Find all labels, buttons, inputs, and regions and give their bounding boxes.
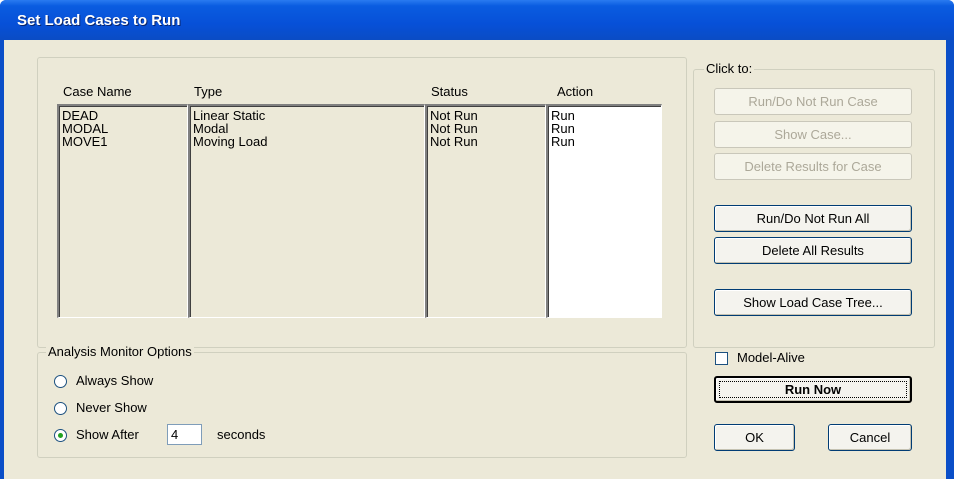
model-alive-label[interactable]: Model-Alive <box>737 350 805 365</box>
table-row-action[interactable]: Run <box>551 135 661 148</box>
column-status[interactable]: Not Run Not Run Not Run <box>425 104 546 318</box>
header-case-name[interactable]: Case Name <box>63 84 132 99</box>
seconds-input[interactable]: 4 <box>167 424 202 445</box>
delete-all-results-button[interactable]: Delete All Results <box>714 237 912 264</box>
column-case-name[interactable]: DEAD MODAL MOVE1 <box>57 104 188 318</box>
show-after-label[interactable]: Show After <box>76 427 139 442</box>
run-do-not-run-case-button[interactable]: Run/Do Not Run Case <box>714 88 912 115</box>
table-row-case-name[interactable]: MOVE1 <box>62 135 187 148</box>
header-type[interactable]: Type <box>194 84 222 99</box>
cases-list[interactable]: Case Name Type Status Action DEAD MODAL … <box>57 62 667 320</box>
run-do-not-run-all-button[interactable]: Run/Do Not Run All <box>714 205 912 232</box>
delete-results-for-case-button[interactable]: Delete Results for Case <box>714 153 912 180</box>
table-row-type[interactable]: Moving Load <box>193 135 424 148</box>
show-case-button[interactable]: Show Case... <box>714 121 912 148</box>
column-type[interactable]: Linear Static Modal Moving Load <box>188 104 425 318</box>
monitor-caption: Analysis Monitor Options <box>46 344 194 359</box>
never-show-label[interactable]: Never Show <box>76 400 147 415</box>
column-action[interactable]: Run Run Run <box>546 104 662 318</box>
seconds-label: seconds <box>217 427 266 442</box>
never-show-radio[interactable] <box>54 402 67 415</box>
table-row-status[interactable]: Not Run <box>430 135 545 148</box>
cancel-button[interactable]: Cancel <box>828 424 912 451</box>
run-now-button[interactable]: Run Now <box>714 376 912 403</box>
click-to-caption: Click to: <box>704 61 755 76</box>
model-alive-checkbox[interactable] <box>715 352 728 365</box>
show-after-radio[interactable] <box>54 429 67 442</box>
title-bar[interactable]: Set Load Cases to Run <box>0 0 954 40</box>
header-status[interactable]: Status <box>431 84 468 99</box>
show-load-case-tree-button[interactable]: Show Load Case Tree... <box>714 289 912 316</box>
always-show-radio[interactable] <box>54 375 67 388</box>
always-show-label[interactable]: Always Show <box>76 373 153 388</box>
header-action[interactable]: Action <box>557 84 593 99</box>
dialog-window: Set Load Cases to Run Click to: Analysis… <box>0 0 954 479</box>
ok-button[interactable]: OK <box>714 424 795 451</box>
window-title: Set Load Cases to Run <box>17 12 181 29</box>
focus-rectangle <box>719 381 907 398</box>
